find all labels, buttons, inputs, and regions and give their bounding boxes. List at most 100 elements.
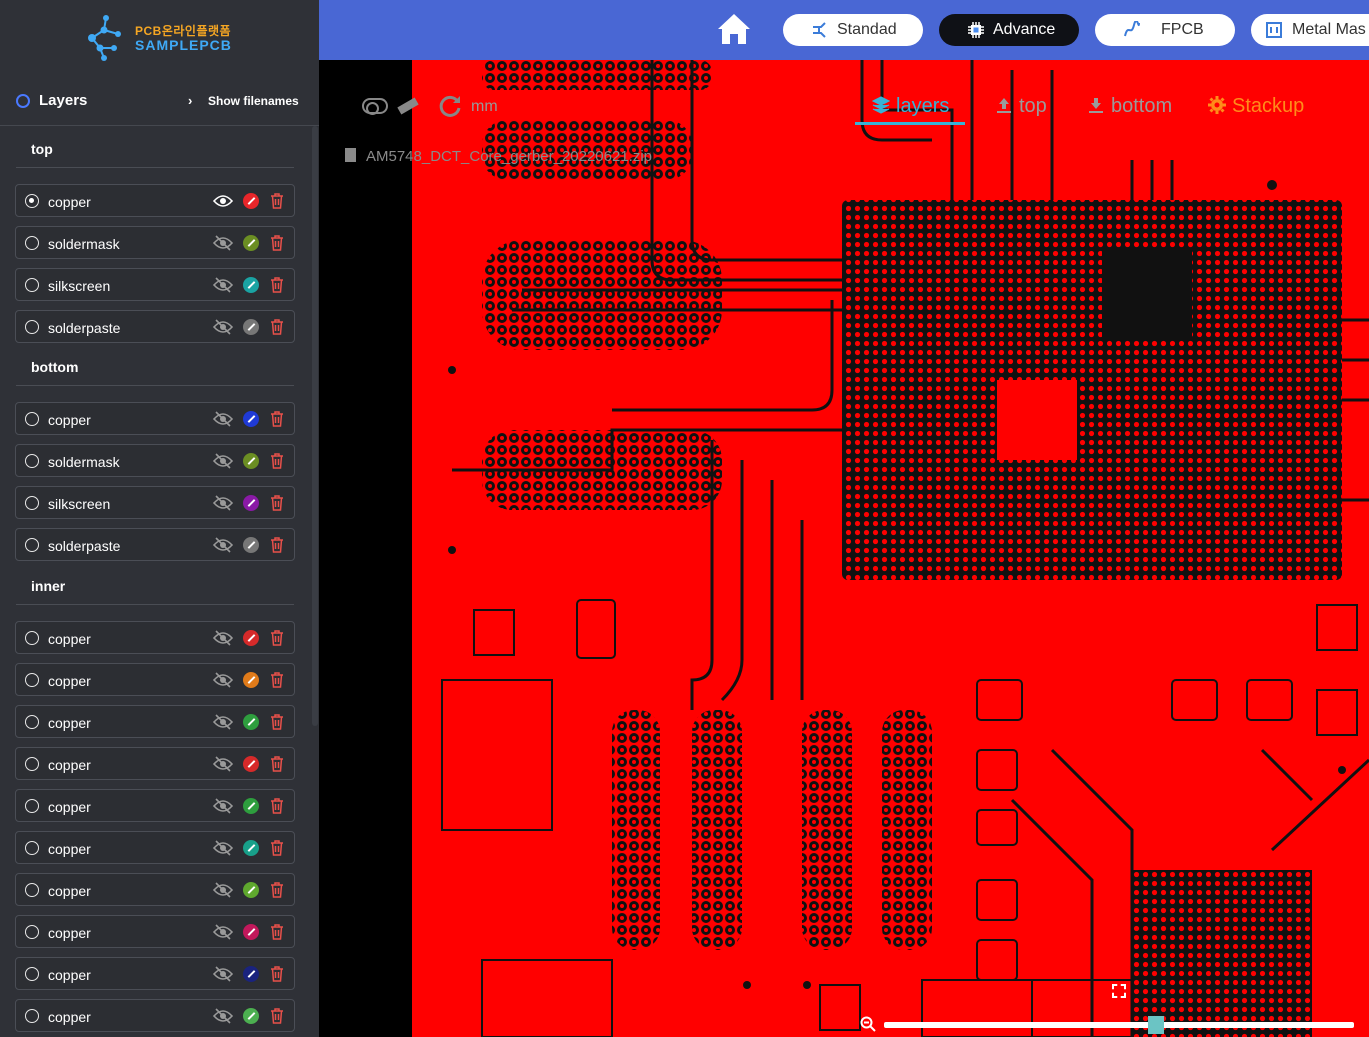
layer-select-radio[interactable] <box>25 194 39 208</box>
tab-bottom[interactable]: bottom <box>1087 95 1172 118</box>
layer-row-inner-copper[interactable]: copper <box>15 747 295 780</box>
gerber-viewer[interactable]: mm layers top bottom Stackup AM5748_DCT_… <box>319 60 1369 1037</box>
layer-row-top-soldermask[interactable]: soldermask <box>15 226 295 259</box>
zoom-out-icon[interactable] <box>860 1016 876 1032</box>
layer-color-picker-icon[interactable] <box>243 714 259 730</box>
trash-icon[interactable] <box>270 453 284 469</box>
trash-icon[interactable] <box>270 882 284 898</box>
eye-slash-icon[interactable] <box>213 924 233 940</box>
layer-select-radio[interactable] <box>25 1009 39 1023</box>
trash-icon[interactable] <box>270 966 284 982</box>
layer-select-radio[interactable] <box>25 278 39 292</box>
layer-select-radio[interactable] <box>25 496 39 510</box>
layer-color-picker-icon[interactable] <box>243 277 259 293</box>
tab-layers[interactable]: layers <box>872 95 949 118</box>
layer-row-inner-copper[interactable]: copper <box>15 831 295 864</box>
trash-icon[interactable] <box>270 193 284 209</box>
eye-slash-icon[interactable] <box>213 714 233 730</box>
layer-color-picker-icon[interactable] <box>243 235 259 251</box>
layer-select-radio[interactable] <box>25 757 39 771</box>
layer-color-picker-icon[interactable] <box>243 882 259 898</box>
layer-select-radio[interactable] <box>25 715 39 729</box>
eye-slash-icon[interactable] <box>213 672 233 688</box>
layer-color-picker-icon[interactable] <box>243 798 259 814</box>
refresh-icon[interactable] <box>437 93 463 119</box>
layer-color-picker-icon[interactable] <box>243 495 259 511</box>
tab-top[interactable]: top <box>995 95 1047 118</box>
eye-slash-icon[interactable] <box>213 319 233 335</box>
layer-color-picker-icon[interactable] <box>243 672 259 688</box>
layer-select-radio[interactable] <box>25 631 39 645</box>
layer-row-bottom-silkscreen[interactable]: silkscreen <box>15 486 295 519</box>
eye-slash-icon[interactable] <box>213 966 233 982</box>
layer-row-bottom-solderpaste[interactable]: solderpaste <box>15 528 295 561</box>
metal-mask-button[interactable]: Metal Mas <box>1251 14 1369 46</box>
layer-select-radio[interactable] <box>25 967 39 981</box>
eye-slash-icon[interactable] <box>213 756 233 772</box>
advance-button[interactable]: Advance <box>939 14 1079 46</box>
trash-icon[interactable] <box>270 1008 284 1024</box>
layer-select-radio[interactable] <box>25 883 39 897</box>
layer-row-inner-copper[interactable]: copper <box>15 999 295 1032</box>
layer-color-picker-icon[interactable] <box>243 537 259 553</box>
layer-color-picker-icon[interactable] <box>243 411 259 427</box>
layer-color-picker-icon[interactable] <box>243 840 259 856</box>
zoom-slider-thumb[interactable] <box>1148 1016 1164 1034</box>
fpcb-button[interactable]: FPCB <box>1095 14 1235 46</box>
layer-select-radio[interactable] <box>25 454 39 468</box>
zoom-slider-track[interactable] <box>884 1022 1354 1028</box>
layer-row-top-copper[interactable]: copper <box>15 184 295 217</box>
eye-slash-icon[interactable] <box>213 537 233 553</box>
layer-select-radio[interactable] <box>25 925 39 939</box>
trash-icon[interactable] <box>270 537 284 553</box>
layer-color-picker-icon[interactable] <box>243 453 259 469</box>
eye-slash-icon[interactable] <box>213 411 233 427</box>
eye-slash-icon[interactable] <box>213 495 233 511</box>
layer-select-radio[interactable] <box>25 799 39 813</box>
layer-color-picker-icon[interactable] <box>243 630 259 646</box>
trash-icon[interactable] <box>270 630 284 646</box>
trash-icon[interactable] <box>270 411 284 427</box>
layer-color-picker-icon[interactable] <box>243 924 259 940</box>
trash-icon[interactable] <box>270 277 284 293</box>
layer-row-bottom-soldermask[interactable]: soldermask <box>15 444 295 477</box>
layer-row-inner-copper[interactable]: copper <box>15 663 295 696</box>
trash-icon[interactable] <box>270 319 284 335</box>
eye-slash-icon[interactable] <box>213 453 233 469</box>
samplepcb-logo[interactable]: PCB온라인플랫폼 SAMPLEPCB <box>84 12 244 64</box>
layer-row-inner-copper[interactable]: copper <box>15 789 295 822</box>
layer-row-inner-copper[interactable]: copper <box>15 915 295 948</box>
layer-row-inner-copper[interactable]: copper <box>15 621 295 654</box>
ruler-icon[interactable] <box>397 97 419 115</box>
layer-row-inner-copper[interactable]: copper <box>15 705 295 738</box>
trash-icon[interactable] <box>270 756 284 772</box>
layer-color-picker-icon[interactable] <box>243 966 259 982</box>
eye-slash-icon[interactable] <box>213 235 233 251</box>
layer-color-picker-icon[interactable] <box>243 1008 259 1024</box>
layer-row-inner-copper[interactable]: copper <box>15 957 295 990</box>
pcb-board-render[interactable] <box>412 60 1369 1037</box>
layer-color-picker-icon[interactable] <box>243 193 259 209</box>
eye-icon[interactable] <box>213 193 233 209</box>
eye-slash-icon[interactable] <box>213 882 233 898</box>
trash-icon[interactable] <box>270 235 284 251</box>
eye-slash-icon[interactable] <box>213 277 233 293</box>
eye-slash-icon[interactable] <box>213 798 233 814</box>
show-filenames-toggle[interactable]: Show filenames <box>208 94 299 108</box>
chevron-right-icon[interactable]: › <box>188 93 192 108</box>
standard-button[interactable]: Standad <box>783 14 923 46</box>
layer-row-top-silkscreen[interactable]: silkscreen <box>15 268 295 301</box>
layer-row-bottom-copper[interactable]: copper <box>15 402 295 435</box>
tab-stackup[interactable]: Stackup <box>1208 95 1304 118</box>
trash-icon[interactable] <box>270 495 284 511</box>
fit-to-screen-icon[interactable] <box>1112 984 1126 998</box>
eye-slash-icon[interactable] <box>213 840 233 856</box>
sidebar-scrollbar[interactable] <box>312 126 318 726</box>
trash-icon[interactable] <box>270 672 284 688</box>
layer-select-radio[interactable] <box>25 841 39 855</box>
layer-select-radio[interactable] <box>25 320 39 334</box>
layer-select-radio[interactable] <box>25 673 39 687</box>
layer-row-top-solderpaste[interactable]: solderpaste <box>15 310 295 343</box>
layer-color-picker-icon[interactable] <box>243 756 259 772</box>
layer-row-inner-copper[interactable]: copper <box>15 873 295 906</box>
